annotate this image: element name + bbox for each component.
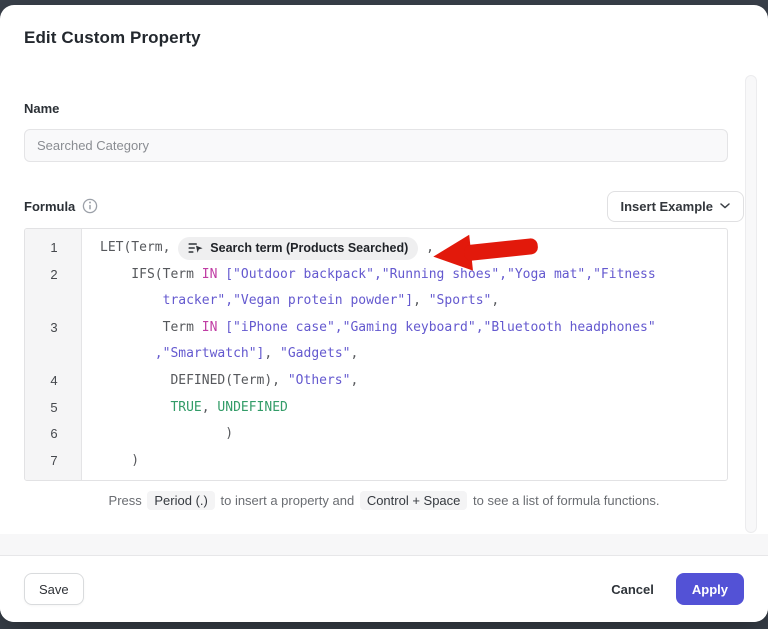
code-token: ) <box>100 421 233 448</box>
code-token <box>100 341 155 368</box>
code-token: ["Outdoor backpack","Running shoes","Yog… <box>225 262 655 289</box>
code-row: DEFINED(Term), "Others", <box>100 368 727 395</box>
insert-example-label: Insert Example <box>621 199 714 214</box>
code-token: ) <box>100 448 139 475</box>
line-number: 2 <box>25 262 83 315</box>
code-token: , <box>491 288 499 315</box>
code-line: 7 ) <box>25 448 727 475</box>
line-number: 5 <box>25 395 83 422</box>
code-token <box>100 395 170 422</box>
code-line: 4 DEFINED(Term), "Others", <box>25 368 727 395</box>
name-label: Name <box>24 101 744 116</box>
code-token: "Sports" <box>429 288 492 315</box>
formula-label: Formula <box>24 199 75 214</box>
code-token: IFS(Term <box>100 262 202 289</box>
code-token: ,"Smartwatch"] <box>155 341 265 368</box>
line-number: 1 <box>25 235 83 262</box>
kbd-period: Period (.) <box>147 491 214 510</box>
modal-footer: Save Cancel Apply <box>0 556 768 622</box>
hint-middle: to insert a property and <box>220 493 354 508</box>
line-number: 3 <box>25 315 83 368</box>
code-line: 3 Term IN ["iPhone case","Gaming keyboar… <box>25 315 727 368</box>
content-footer-strip <box>0 534 768 556</box>
code-line: 1 LET(Term, Search term (Products Searche… <box>25 235 727 262</box>
code-token: , <box>350 368 358 395</box>
keyboard-hint: Press Period (.) to insert a property an… <box>24 493 744 508</box>
line-number: 7 <box>25 448 83 475</box>
code-token: UNDEFINED <box>217 395 287 422</box>
scrollbar[interactable] <box>745 75 757 533</box>
name-input[interactable] <box>24 129 728 162</box>
modal-scroll-area: Edit Custom Property Name Formula Insert… <box>0 5 768 534</box>
code-row: tracker","Vegan protein powder"], "Sport… <box>100 288 727 315</box>
edit-custom-property-modal: Edit Custom Property Name Formula Insert… <box>0 5 768 622</box>
code-token: IN <box>202 262 218 289</box>
code-token: "Others" <box>288 368 351 395</box>
code-row: LET(Term, Search term (Products Searched… <box>100 235 727 262</box>
line-number: 6 <box>25 421 83 448</box>
line-number: 4 <box>25 368 83 395</box>
code-row: IFS(Term IN ["Outdoor backpack","Running… <box>100 262 727 289</box>
hint-suffix: to see a list of formula functions. <box>473 493 659 508</box>
code-token: , <box>350 341 358 368</box>
chevron-down-icon <box>720 203 730 209</box>
code-token <box>100 288 163 315</box>
code-line: 6 ) <box>25 421 727 448</box>
list-cursor-icon <box>188 241 204 255</box>
kbd-control-space: Control + Space <box>360 491 468 510</box>
code-token: Term <box>100 315 202 342</box>
code-token: tracker","Vegan protein powder"] <box>163 288 413 315</box>
code-token: LET(Term, <box>100 235 178 262</box>
code-line: 2 IFS(Term IN ["Outdoor backpack","Runni… <box>25 262 727 315</box>
code-token: DEFINED(Term), <box>100 368 288 395</box>
property-chip-label: Search term (Products Searched) <box>210 235 408 262</box>
code-token: TRUE <box>170 395 201 422</box>
code-token <box>217 262 225 289</box>
formula-editor[interactable]: 1 LET(Term, Search term (Products Searche… <box>24 228 728 481</box>
code-token: , <box>418 235 434 262</box>
cancel-button[interactable]: Cancel <box>611 582 654 597</box>
code-token <box>217 315 225 342</box>
code-token: , <box>264 341 280 368</box>
code-row: TRUE, UNDEFINED <box>100 395 727 422</box>
property-chip[interactable]: Search term (Products Searched) <box>178 237 418 260</box>
code-token: IN <box>202 315 218 342</box>
code-token: ["iPhone case","Gaming keyboard","Blueto… <box>225 315 655 342</box>
code-row: ) <box>100 421 727 448</box>
code-row: ) <box>100 448 727 475</box>
code-row: Term IN ["iPhone case","Gaming keyboard"… <box>100 315 727 342</box>
code-token: , <box>413 288 429 315</box>
code-line: 5 TRUE, UNDEFINED <box>25 395 727 422</box>
code-token: "Gadgets" <box>280 341 350 368</box>
hint-prefix: Press <box>109 493 142 508</box>
code-token: , <box>202 395 218 422</box>
info-icon[interactable] <box>82 198 98 214</box>
page-title: Edit Custom Property <box>24 28 744 48</box>
insert-example-button[interactable]: Insert Example <box>607 191 745 222</box>
save-button[interactable]: Save <box>24 573 84 605</box>
code-lines: 1 LET(Term, Search term (Products Searche… <box>25 229 727 474</box>
code-row: ,"Smartwatch"], "Gadgets", <box>100 341 727 368</box>
apply-button[interactable]: Apply <box>676 573 744 605</box>
